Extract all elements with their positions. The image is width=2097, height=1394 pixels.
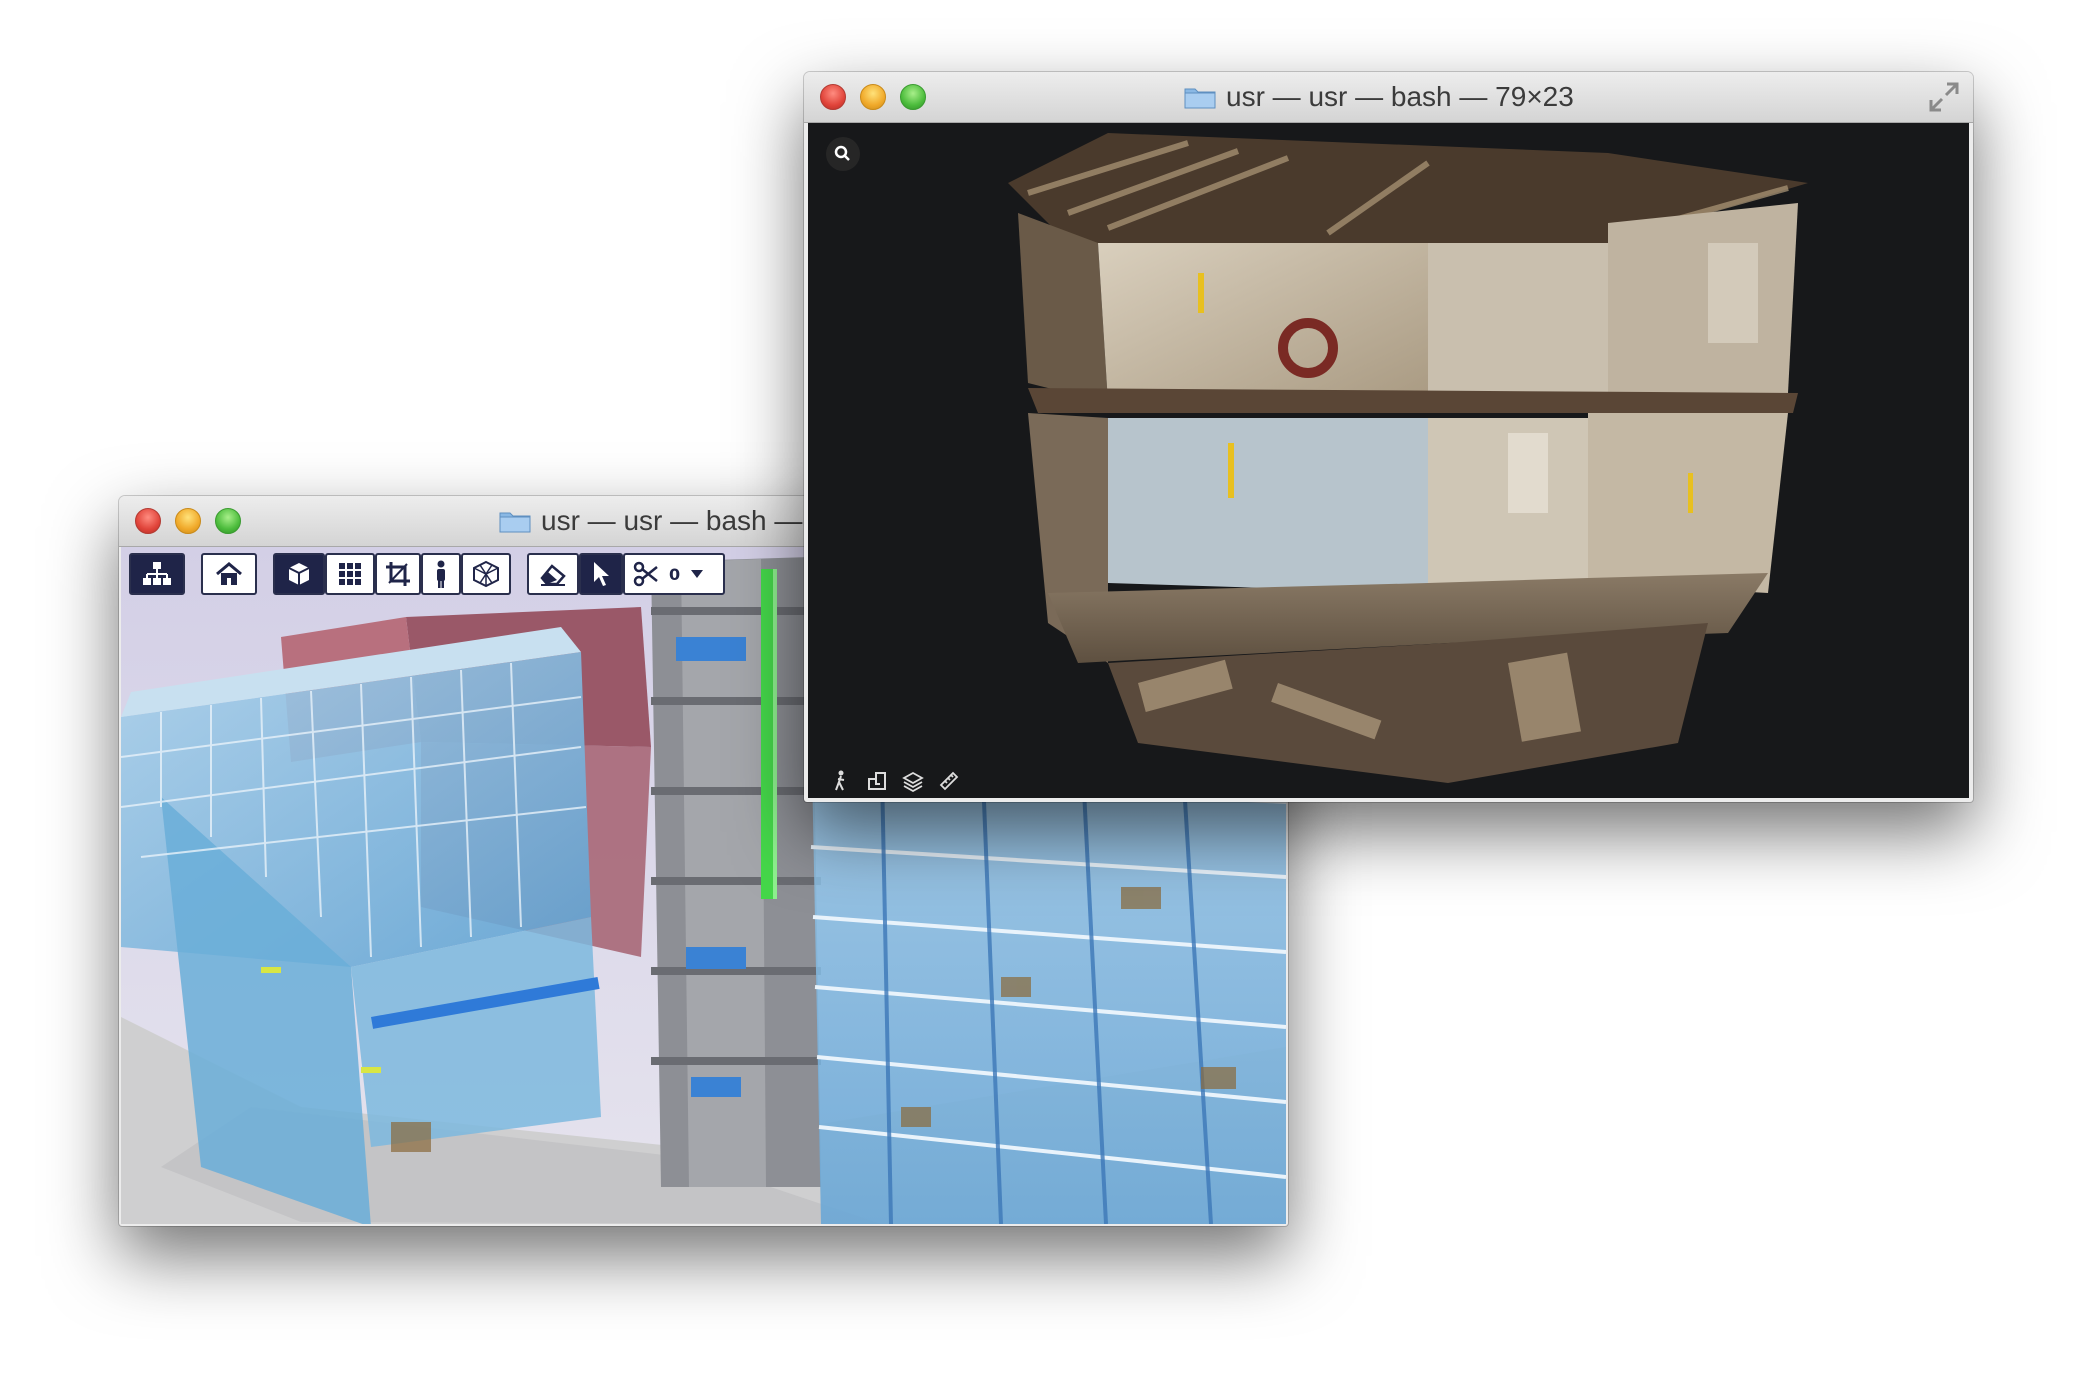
search-icon: [834, 145, 850, 161]
floorplan-button[interactable]: [866, 770, 888, 792]
section-box-icon: [473, 560, 499, 588]
window-title: usr — usr — bash —: [499, 496, 802, 546]
zoom-button[interactable]: [900, 84, 926, 110]
layers-button[interactable]: [902, 770, 924, 793]
search-button[interactable]: [826, 137, 860, 171]
minimize-button[interactable]: [175, 508, 201, 534]
tree-structure-button[interactable]: [129, 553, 185, 595]
grid-button[interactable]: [325, 553, 375, 595]
grid-icon: [339, 563, 361, 585]
crop-button[interactable]: [375, 553, 421, 595]
window-title-text: usr — usr — bash —: [541, 505, 803, 536]
cut-count: 0: [669, 564, 681, 584]
zoom-button[interactable]: [215, 508, 241, 534]
walk-person-icon: [835, 770, 845, 791]
home-button[interactable]: [201, 553, 257, 595]
person-button[interactable]: [421, 553, 461, 595]
pointer-cursor-icon: [594, 562, 609, 586]
view-mode-controls: [830, 770, 960, 793]
tree-structure-icon: [143, 562, 171, 585]
close-button[interactable]: [135, 508, 161, 534]
person-icon: [437, 560, 445, 588]
titlebar[interactable]: usr — usr — bash — 79×23: [804, 72, 1973, 123]
cube-view-button[interactable]: [273, 553, 325, 595]
3d-scan-window: usr — usr — bash — 79×23: [804, 72, 1973, 802]
close-button[interactable]: [820, 84, 846, 110]
eraser-button[interactable]: [527, 553, 579, 595]
scissors-icon: [633, 561, 658, 587]
walk-mode-button[interactable]: [830, 770, 852, 792]
dollhouse-3d-viewport[interactable]: [808, 123, 1969, 798]
eraser-icon: [540, 564, 566, 586]
measure-button[interactable]: [938, 770, 960, 792]
dollhouse-scan-model: [1008, 133, 1808, 783]
minimize-button[interactable]: [860, 84, 886, 110]
cut-tool-dropdown[interactable]: 0: [623, 553, 725, 595]
ruler-icon: [939, 771, 959, 791]
traffic-lights: [135, 508, 241, 534]
home-icon: [216, 562, 242, 585]
layers-icon: [902, 771, 924, 793]
window-title-text: usr — usr — bash — 79×23: [1226, 81, 1574, 112]
chevron-down-icon: [691, 570, 704, 578]
traffic-lights: [820, 84, 926, 110]
floorplan-icon: [868, 772, 886, 790]
cube-view-icon: [288, 563, 310, 585]
folder-icon: [499, 509, 531, 533]
crop-icon: [386, 562, 410, 586]
fullscreen-arrows-icon[interactable]: [1929, 82, 1959, 112]
pointer-button[interactable]: [579, 553, 623, 595]
section-box-button[interactable]: [461, 553, 511, 595]
folder-icon: [1184, 85, 1216, 109]
window-title: usr — usr — bash — 79×23: [1184, 72, 1574, 122]
